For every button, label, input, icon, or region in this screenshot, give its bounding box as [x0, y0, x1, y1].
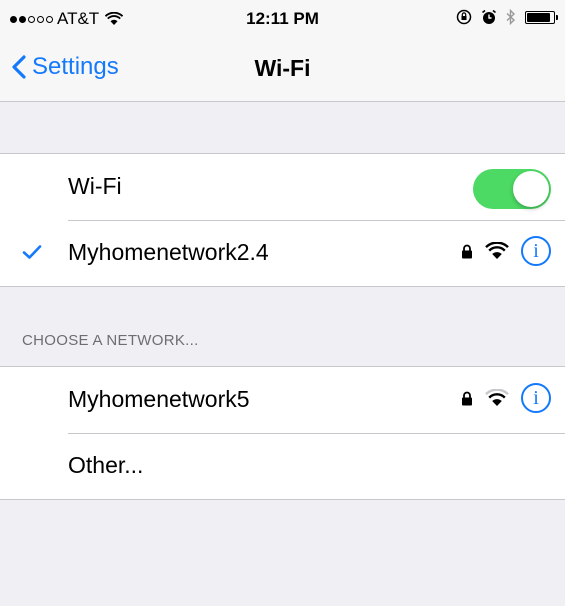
network-row[interactable]: Myhomenetwork5 i — [0, 367, 565, 433]
battery-icon — [525, 10, 558, 24]
status-bar: AT&T 12:11 PM — [0, 0, 565, 36]
choose-network-header: CHOOSE A NETWORK... — [22, 332, 199, 349]
wifi-group: Wi-Fi Myhomenetwork2.4 i — [0, 153, 565, 287]
info-icon[interactable]: i — [521, 383, 551, 413]
page-title: Wi-Fi — [254, 55, 311, 81]
network-list: Myhomenetwork5 i Other... — [0, 366, 565, 500]
alarm-icon — [482, 9, 496, 24]
toggle-knob — [513, 171, 549, 207]
connected-network-row[interactable]: Myhomenetwork2.4 i — [0, 220, 565, 286]
wifi-signal-icon — [485, 389, 509, 406]
lock-icon — [462, 391, 472, 405]
connected-network-name: Myhomenetwork2.4 — [68, 239, 269, 265]
lock-icon — [462, 244, 472, 258]
top-bar: AT&T 12:11 PM Settings Wi-Fi — [0, 0, 565, 102]
checkmark-icon — [22, 245, 42, 259]
orientation-lock-icon — [456, 9, 472, 25]
other-network-label: Other... — [68, 452, 144, 478]
other-network-row[interactable]: Other... — [0, 433, 565, 499]
wifi-toggle-switch[interactable] — [473, 169, 551, 209]
wifi-signal-icon — [485, 242, 509, 259]
navigation-bar: Settings Wi-Fi — [0, 36, 565, 101]
info-icon[interactable]: i — [521, 236, 551, 266]
wifi-toggle-row: Wi-Fi — [0, 154, 565, 220]
bluetooth-icon — [506, 9, 516, 25]
network-name: Myhomenetwork5 — [68, 386, 250, 412]
wifi-toggle-label: Wi-Fi — [68, 173, 122, 199]
